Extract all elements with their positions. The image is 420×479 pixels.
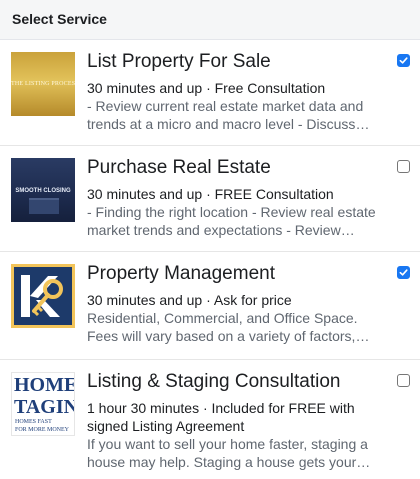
service-title: Property Management (87, 263, 275, 284)
thumbnail-caption-small1: HOMES FAST (15, 419, 52, 425)
service-description: - Review current real estate market data… (87, 98, 364, 132)
service-description: - Finding the right location - Review re… (87, 204, 376, 238)
service-item-list-property[interactable]: THE LISTING PROCESS List Property For Sa… (0, 40, 420, 146)
thumbnail-caption: THE LISTING PROCESS (11, 81, 75, 87)
service-meta: 30 minutes and up · Free Consultation (87, 80, 326, 96)
service-title: List Property For Sale (87, 51, 271, 72)
service-checkbox[interactable] (397, 54, 410, 67)
service-list: THE LISTING PROCESS List Property For Sa… (0, 40, 420, 475)
header-title: Select Service (12, 11, 107, 27)
select-service-header: Select Service (0, 0, 420, 40)
service-title: Purchase Real Estate (87, 157, 271, 178)
service-meta: 30 minutes and up · Ask for price (87, 292, 292, 308)
service-item-property-management[interactable]: Property Management 30 minutes and up · … (0, 252, 420, 360)
key-logo-icon (21, 275, 63, 317)
key-logo-thumbnail (11, 264, 75, 328)
thumbnail-caption-small2: FOR MORE MONEY (15, 427, 70, 433)
service-item-listing-staging[interactable]: HOME TAGIN HOMES FAST FOR MORE MONEY Lis… (0, 360, 420, 475)
service-item-purchase-real-estate[interactable]: SMOOTH CLOSING Purchase Real Estate 30 m… (0, 146, 420, 252)
service-checkbox[interactable] (397, 374, 410, 387)
thumbnail-caption-line2: TAGIN (14, 396, 75, 418)
service-checkbox[interactable] (397, 266, 410, 279)
service-description: Residential, Commercial, and Office Spac… (87, 310, 370, 344)
thumbnail-caption-line1: HOME (14, 374, 75, 396)
checkmark-icon (399, 269, 408, 276)
smooth-closing-thumbnail: SMOOTH CLOSING (11, 158, 75, 222)
service-description: If you want to sell your home faster, st… (87, 436, 371, 470)
service-meta: 30 minutes and up · FREE Consultation (87, 186, 334, 202)
checkmark-icon (399, 57, 408, 64)
home-staging-thumbnail: HOME TAGIN HOMES FAST FOR MORE MONEY (11, 372, 75, 436)
listing-process-thumbnail: THE LISTING PROCESS (11, 52, 75, 116)
thumbnail-caption: SMOOTH CLOSING (15, 188, 71, 194)
service-title: Listing & Staging Consultation (87, 371, 341, 392)
service-meta: 1 hour 30 minutes · Included for FREE wi… (87, 400, 355, 434)
house-silhouette (29, 198, 59, 214)
service-checkbox[interactable] (397, 160, 410, 173)
